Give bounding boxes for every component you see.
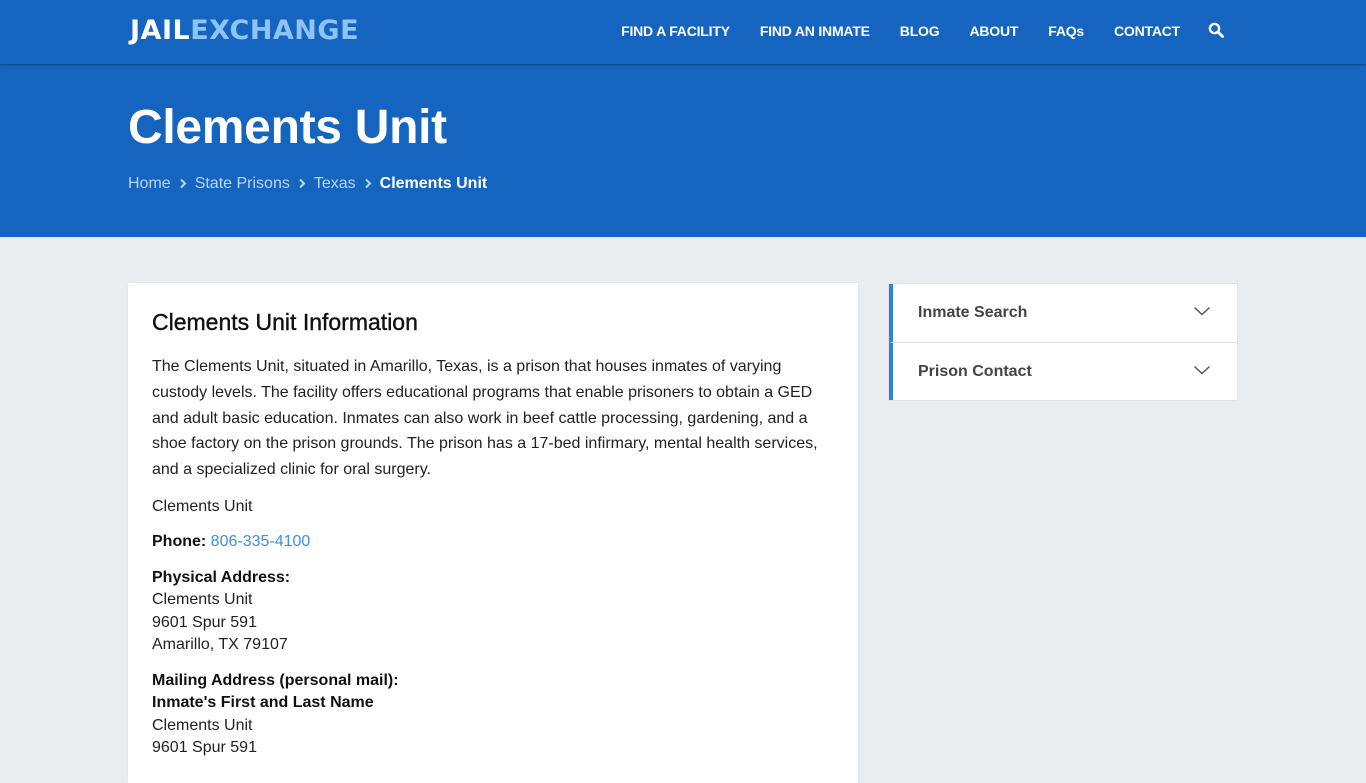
accordion-prison-contact[interactable]: Prison Contact xyxy=(889,342,1237,400)
chevron-down-icon xyxy=(1194,365,1210,375)
breadcrumb-current: Clements Unit xyxy=(379,175,488,192)
chevron-right-icon xyxy=(171,175,195,193)
site-logo[interactable]: JAILEXCHANGE xyxy=(130,15,359,46)
physical-address: Physical Address: Clements Unit 9601 Spu… xyxy=(152,567,834,657)
phone-link[interactable]: 806-335-4100 xyxy=(211,533,311,550)
address-line: Clements Unit xyxy=(152,716,253,734)
nav-find-a-facility[interactable]: FIND A FACILITY xyxy=(621,23,730,39)
breadcrumb-texas[interactable]: Texas xyxy=(314,175,356,193)
logo-part-exchange: EXCHANGE xyxy=(190,15,360,46)
breadcrumb: Home State Prisons Texas Clements Unit xyxy=(128,175,487,193)
nav-faqs[interactable]: FAQs xyxy=(1048,23,1084,39)
address-line: Amarillo, TX 79107 xyxy=(152,636,288,654)
address-line: Clements Unit xyxy=(152,591,253,609)
site-header: JAILEXCHANGE FIND A FACILITY FIND AN INM… xyxy=(0,0,1366,64)
mailing-address-label: Mailing Address (personal mail): xyxy=(152,671,399,689)
breadcrumb-home[interactable]: Home xyxy=(128,175,171,193)
chevron-right-icon xyxy=(356,175,380,193)
chevron-down-icon xyxy=(1194,306,1210,316)
search-button[interactable] xyxy=(1208,22,1226,40)
mailing-name-line: Inmate's First and Last Name xyxy=(152,694,374,712)
accordion-label: Prison Contact xyxy=(918,362,1032,380)
mailing-address: Mailing Address (personal mail): Inmate'… xyxy=(152,670,834,760)
address-line: 9601 Spur 591 xyxy=(152,739,257,757)
sidebar-accordion: Inmate Search Prison Contact xyxy=(888,283,1238,401)
page-hero: Clements Unit Home State Prisons Texas C… xyxy=(0,64,1366,237)
breadcrumb-state-prisons[interactable]: State Prisons xyxy=(195,175,290,193)
chevron-right-icon xyxy=(290,175,314,193)
nav-find-an-inmate[interactable]: FIND AN INMATE xyxy=(760,23,870,39)
nav-contact[interactable]: CONTACT xyxy=(1114,23,1180,39)
accordion-inmate-search[interactable]: Inmate Search xyxy=(889,284,1237,342)
search-icon xyxy=(1208,22,1224,38)
facility-info-card: Clements Unit Information The Clements U… xyxy=(128,283,858,783)
logo-part-jail: JAIL xyxy=(130,15,191,46)
address-line: 9601 Spur 591 xyxy=(152,613,257,631)
phone-label: Phone: xyxy=(152,533,207,551)
section-heading: Clements Unit Information xyxy=(152,309,418,335)
nav-blog[interactable]: BLOG xyxy=(900,23,940,39)
phone-row: Phone: 806-335-4100 xyxy=(152,531,834,554)
facility-description: The Clements Unit, situated in Amarillo,… xyxy=(152,358,818,479)
accordion-label: Inmate Search xyxy=(918,304,1028,321)
facility-name: Clements Unit xyxy=(152,497,253,515)
physical-address-label: Physical Address: xyxy=(152,568,291,586)
main-nav: FIND A FACILITY FIND AN INMATE BLOG ABOU… xyxy=(591,0,1226,62)
nav-about[interactable]: ABOUT xyxy=(969,23,1018,39)
page-title: Clements Unit xyxy=(128,101,447,154)
